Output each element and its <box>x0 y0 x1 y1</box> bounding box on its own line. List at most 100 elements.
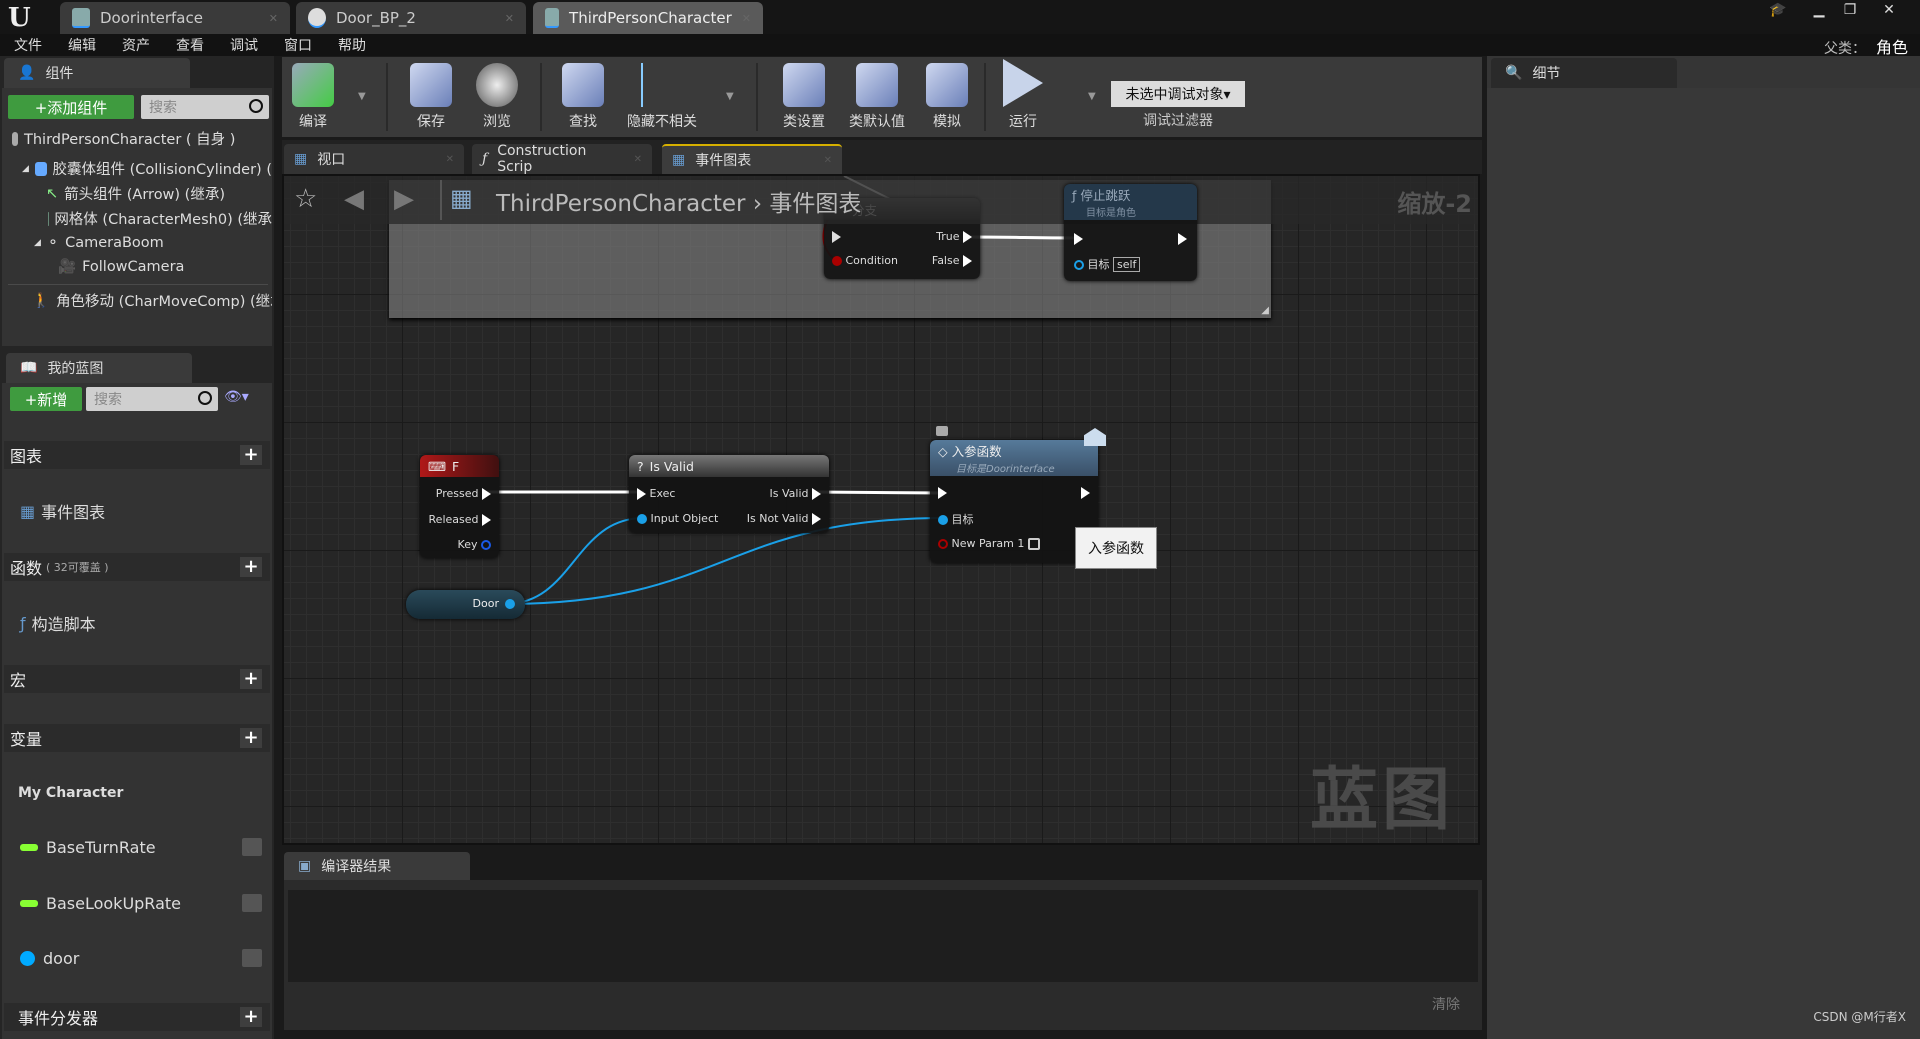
section-event-dispatchers[interactable]: 事件分发器 + <box>4 1003 270 1031</box>
close-icon[interactable]: ✕ <box>505 12 514 25</box>
tab-door-bp[interactable]: Door_BP_2 ✕ <box>296 2 526 34</box>
variable-baseturnrate[interactable]: BaseTurnRate <box>4 833 270 861</box>
find-button[interactable]: 查找 <box>558 57 608 137</box>
event-graph-item[interactable]: ▦ 事件图表 <box>4 497 270 525</box>
input-object-pin[interactable]: Input Object <box>637 512 718 525</box>
parent-class-link[interactable]: 角色 <box>1876 38 1908 57</box>
add-dispatcher-button[interactable]: + <box>240 1007 262 1027</box>
menu-file[interactable]: 文件 <box>14 35 42 55</box>
compiler-results-tab[interactable]: ▣ 编译器结果 <box>284 852 470 880</box>
menu-view[interactable]: 查看 <box>176 35 204 55</box>
param-checkbox[interactable] <box>1027 538 1040 550</box>
expand-icon[interactable]: ◢ <box>22 164 29 174</box>
visibility-toggle[interactable] <box>242 838 262 856</box>
pressed-pin[interactable]: Pressed <box>436 487 491 500</box>
debug-object-select[interactable]: 未选中调试对象▾ <box>1111 81 1245 107</box>
hide-unrelated-button[interactable]: 隐藏不相关 <box>622 57 702 137</box>
hide-options-dropdown[interactable]: ▼ <box>726 91 734 102</box>
menu-asset[interactable]: 资产 <box>122 35 150 55</box>
key-pin[interactable]: Key <box>458 538 491 551</box>
learn-icon[interactable]: 🎓 <box>1765 2 1791 20</box>
tree-item-capsule[interactable]: ◢ 胶囊体组件 (CollisionCylinder) ( <box>22 156 272 181</box>
play-options-dropdown[interactable]: ▼ <box>1088 91 1096 102</box>
comment-bubble-icon[interactable] <box>936 426 948 436</box>
compile-options-dropdown[interactable]: ▼ <box>358 91 366 102</box>
add-component-button[interactable]: +添加组件 <box>8 95 134 119</box>
event-graph-canvas[interactable]: ◢ 分支 True Condition False ƒ 停止跳跃 目标是角色 目… <box>282 174 1480 845</box>
tab-doorinterface[interactable]: Doorinterface ✕ <box>60 2 290 34</box>
construction-script-item[interactable]: ƒ 构造脚本 <box>4 609 270 637</box>
tree-item-arrow[interactable]: ↖ 箭头组件 (Arrow) (继承) <box>46 181 272 206</box>
back-arrow-icon[interactable]: ◀ <box>344 184 364 214</box>
visibility-toggle[interactable] <box>242 894 262 912</box>
browse-button[interactable]: 浏览 <box>472 57 522 137</box>
components-tab[interactable]: 👤 组件 <box>4 58 190 88</box>
maximize-button[interactable]: ❐ <box>1837 2 1863 20</box>
close-icon[interactable]: ✕ <box>446 154 454 165</box>
add-function-button[interactable]: + <box>240 557 262 577</box>
close-icon[interactable]: ✕ <box>634 154 642 165</box>
add-variable-button[interactable]: + <box>240 728 262 748</box>
exec-in-pin[interactable] <box>938 486 947 499</box>
menu-window[interactable]: 窗口 <box>284 35 312 55</box>
false-pin[interactable]: False <box>932 254 972 267</box>
tab-event-graph[interactable]: ▦ 事件图表 ✕ <box>662 144 842 174</box>
tab-third-person-character[interactable]: ThirdPersonCharacter ✕ <box>533 2 763 34</box>
class-defaults-button[interactable]: 类默认值 <box>842 57 912 137</box>
simulate-button[interactable]: 模拟 <box>922 57 972 137</box>
blueprint-search-input[interactable]: 搜索 <box>86 387 218 411</box>
exec-out-pin[interactable] <box>1178 232 1187 245</box>
class-settings-button[interactable]: 类设置 <box>772 57 836 137</box>
is-not-valid-pin[interactable]: Is Not Valid <box>747 512 821 525</box>
expand-icon[interactable]: ◢ <box>34 238 41 248</box>
tree-item-charmove[interactable]: 🚶 角色移动 (CharMoveComp) (继承 <box>32 288 272 313</box>
close-icon[interactable]: ✕ <box>269 12 278 25</box>
section-macros[interactable]: 宏 + <box>4 665 270 693</box>
is-valid-pin[interactable]: Is Valid <box>770 487 821 500</box>
add-macro-button[interactable]: + <box>240 669 262 689</box>
tab-construction-script[interactable]: ƒ Construction Scrip ✕ <box>472 143 652 175</box>
compile-button[interactable]: 编译 <box>288 57 338 137</box>
exec-out-pin[interactable] <box>1081 486 1090 499</box>
exec-in-pin[interactable] <box>832 230 841 243</box>
section-functions[interactable]: 函数( 32可覆盖 ) + <box>4 553 270 581</box>
exec-in-pin[interactable] <box>1074 232 1083 245</box>
visibility-toggle[interactable] <box>242 949 262 967</box>
stop-jumping-node[interactable]: ƒ 停止跳跃 目标是角色 目标 self <box>1064 184 1197 281</box>
close-icon[interactable]: ✕ <box>742 12 751 25</box>
category-my-character[interactable]: My Character <box>4 779 270 807</box>
variable-door[interactable]: door <box>4 944 270 972</box>
is-valid-node[interactable]: ? Is Valid Exec Is Valid Input Object Is … <box>629 455 829 533</box>
tree-item-followcamera[interactable]: 🎥 FollowCamera <box>58 254 184 279</box>
minimize-button[interactable]: ▁ <box>1806 2 1832 20</box>
target-pin[interactable]: 目标 self <box>1074 256 1141 272</box>
play-button[interactable]: 运行 <box>998 57 1048 137</box>
tree-item-mesh[interactable]: 网格体 (CharacterMesh0) (继承 <box>48 206 272 231</box>
released-pin[interactable]: Released <box>429 513 491 526</box>
exec-pin[interactable]: Exec <box>637 487 675 500</box>
favorite-star-icon[interactable]: ☆ <box>294 184 317 214</box>
tab-viewport[interactable]: ▦ 视口 ✕ <box>284 144 464 174</box>
section-graphs[interactable]: 图表 + <box>4 441 270 469</box>
door-output-pin[interactable] <box>505 599 515 609</box>
menu-debug[interactable]: 调试 <box>230 35 258 55</box>
menu-edit[interactable]: 编辑 <box>68 35 96 55</box>
variable-baselookuprate[interactable]: BaseLookUpRate <box>4 889 270 917</box>
breadcrumb-root[interactable]: ThirdPersonCharacter <box>496 191 746 217</box>
key-f-event-node[interactable]: ⌨ F Pressed Released Key <box>420 455 499 558</box>
close-icon[interactable]: ✕ <box>824 155 832 166</box>
section-variables[interactable]: 变量 + <box>4 724 270 752</box>
components-search-input[interactable]: 搜索 <box>141 95 269 119</box>
true-pin[interactable]: True <box>936 230 972 243</box>
clear-button[interactable]: 清除 <box>1432 994 1460 1014</box>
new-button[interactable]: +新增 <box>10 387 82 411</box>
target-pin[interactable]: 目标 <box>938 511 974 527</box>
details-tab[interactable]: 🔍 细节 <box>1491 58 1677 88</box>
my-blueprint-tab[interactable]: 📖 我的蓝图 <box>6 353 192 383</box>
call-interface-function-node[interactable]: ◇ 入参函数 目标是Doorinterface 目标 New Param 1 <box>930 440 1098 563</box>
add-graph-button[interactable]: + <box>240 445 262 465</box>
menu-help[interactable]: 帮助 <box>338 35 366 55</box>
door-variable-node[interactable]: Door <box>406 590 525 619</box>
condition-pin[interactable]: Condition <box>832 254 898 267</box>
forward-arrow-icon[interactable]: ▶ <box>394 184 414 214</box>
